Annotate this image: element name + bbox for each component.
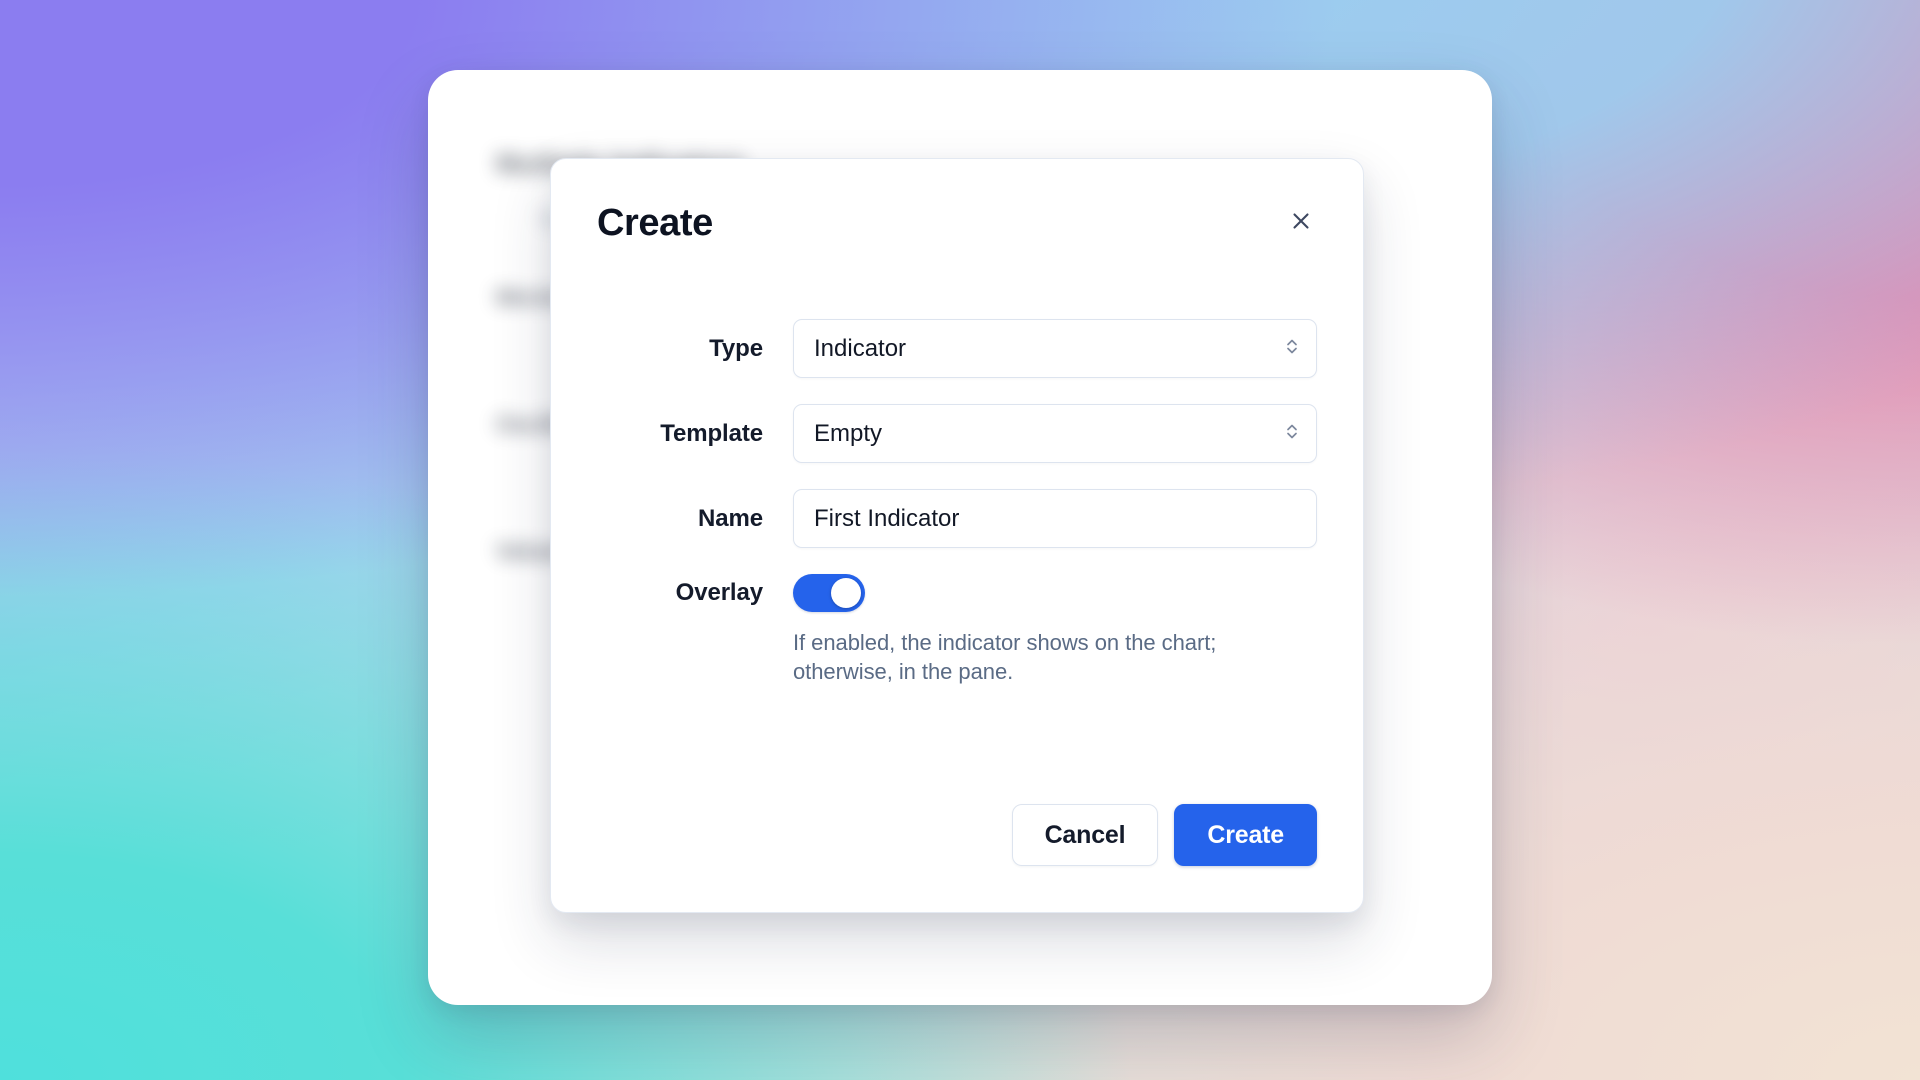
overlay-toggle-wrap bbox=[793, 574, 1317, 612]
field-row-name: Name bbox=[597, 489, 1317, 548]
name-label: Name bbox=[698, 504, 763, 532]
overlay-label: Overlay bbox=[675, 579, 763, 606]
toggle-knob bbox=[831, 578, 861, 608]
overlay-help-text: If enabled, the indicator shows on the c… bbox=[793, 630, 1217, 685]
dialog-form: Type Indicator Template Empty Name First… bbox=[597, 319, 1317, 686]
dialog-footer: Cancel Create bbox=[1011, 804, 1317, 866]
template-label: Template bbox=[660, 419, 763, 447]
type-select[interactable]: Indicator bbox=[793, 319, 1317, 378]
type-select-wrap: Indicator bbox=[793, 319, 1317, 378]
field-row-type: Type Indicator bbox=[597, 319, 1317, 378]
create-button[interactable]: Create bbox=[1174, 804, 1317, 866]
dialog-title: Create bbox=[597, 202, 713, 244]
close-icon[interactable] bbox=[1281, 201, 1321, 241]
type-label: Type bbox=[709, 334, 763, 362]
name-input[interactable] bbox=[793, 489, 1317, 548]
field-row-overlay: Overlay bbox=[597, 574, 1317, 612]
template-select[interactable]: Empty bbox=[793, 404, 1317, 463]
modal-overlay: Create Type Indicator Template Empty Nam… bbox=[0, 0, 1920, 1080]
template-select-wrap: Empty bbox=[793, 404, 1317, 463]
field-row-template: Template Empty bbox=[597, 404, 1317, 463]
cancel-button[interactable]: Cancel bbox=[1011, 804, 1159, 866]
overlay-toggle[interactable] bbox=[793, 574, 865, 612]
create-indicator-dialog: Create Type Indicator Template Empty Nam… bbox=[550, 158, 1364, 913]
name-input-wrap bbox=[793, 489, 1317, 548]
dialog-header: Create bbox=[597, 199, 1317, 269]
